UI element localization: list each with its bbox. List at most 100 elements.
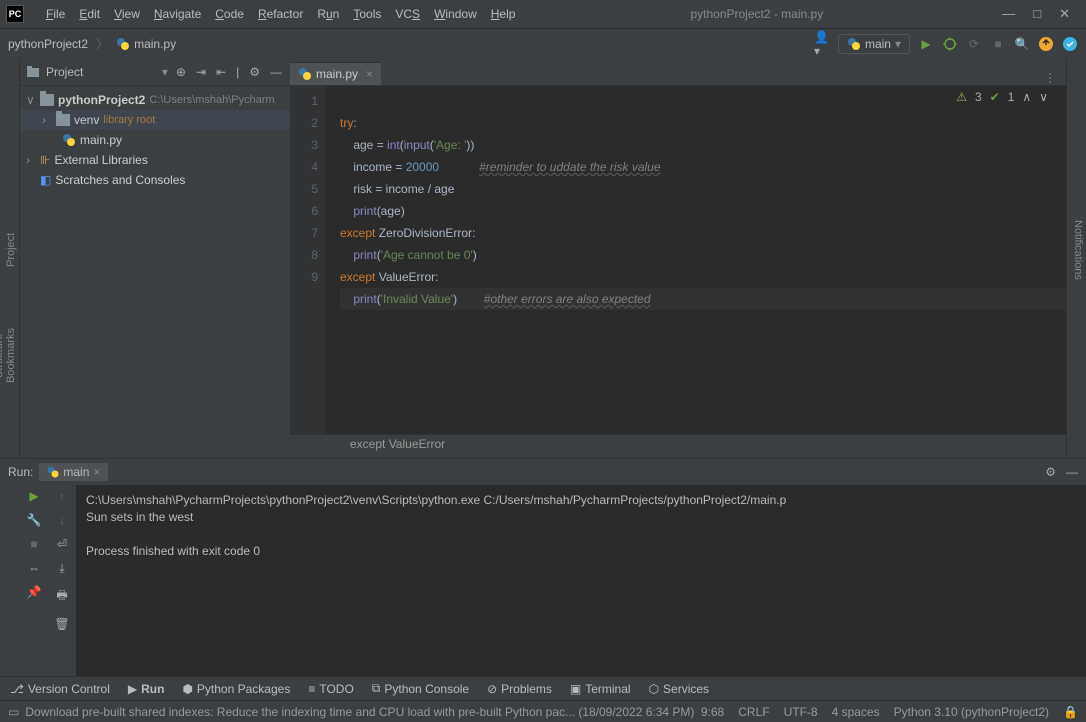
tree-venv-tag: library root (103, 114, 155, 126)
structure-tool-button[interactable]: Structure (0, 328, 5, 383)
up-trace-icon[interactable]: ↑ (59, 489, 65, 503)
menu-help[interactable]: Help (485, 5, 522, 23)
code-content[interactable]: try: age = int(input('Age: ')) income = … (326, 86, 1066, 434)
menu-window[interactable]: Window (428, 5, 483, 23)
navigation-bar: pythonProject2 〉 main.py 👤▾ main ▾ ▶ ⟳ ■… (0, 28, 1086, 58)
inspection-widget[interactable]: ⚠3 ✔1 ∧ ∨ (956, 90, 1048, 104)
code-editor[interactable]: 123 456 789 try: age = int(input('Age: '… (290, 86, 1066, 434)
line-separator[interactable]: CRLF (738, 705, 769, 719)
status-menu-icon[interactable]: ▭ (8, 705, 25, 719)
run-coverage-button[interactable]: ⟳ (966, 36, 982, 52)
project-tool-icon (26, 65, 40, 79)
hide-run-icon[interactable]: ― (1066, 465, 1078, 479)
scroll-end-icon[interactable]: ⤓ (59, 561, 64, 576)
divider: | (234, 63, 241, 81)
file-encoding[interactable]: UTF-8 (784, 705, 818, 719)
menu-view[interactable]: View (108, 5, 146, 23)
run-actions-icon[interactable]: 🔧 (27, 513, 42, 527)
stop-button[interactable]: ■ (990, 36, 1006, 52)
indent-setting[interactable]: 4 spaces (832, 705, 880, 719)
crumb-file[interactable]: main.py (134, 37, 176, 51)
warning-icon: ⚠ (956, 90, 967, 104)
menu-navigate[interactable]: Navigate (148, 5, 207, 23)
expand-all-icon[interactable]: ⇥ (194, 63, 208, 81)
tree-venv[interactable]: › venv library root (20, 110, 290, 130)
status-bar: ▭ Download pre-built shared indexes: Red… (0, 700, 1086, 722)
pin-icon[interactable]: 📌 (27, 585, 42, 599)
collapse-all-icon[interactable]: ⇤ (214, 63, 228, 81)
python-interpreter[interactable]: Python 3.10 (pythonProject2) (894, 705, 1049, 719)
list-icon: ≡ (308, 682, 315, 696)
editor-tabs-more[interactable]: ⋮ (1034, 71, 1066, 85)
maximize-button[interactable]: □ (1033, 6, 1041, 22)
menu-refactor[interactable]: Refactor (252, 5, 309, 23)
tree-project-root[interactable]: ∨ pythonProject2 C:\Users\mshah\Pycharm (20, 90, 290, 110)
menu-file[interactable]: File (40, 5, 71, 23)
problems-tool[interactable]: ⊘Problems (487, 682, 552, 696)
console-output[interactable]: C:\Users\mshah\PycharmProjects\pythonPro… (76, 485, 1086, 676)
run-tab-main[interactable]: main × (39, 463, 108, 481)
tree-scratches[interactable]: ◧ Scratches and Consoles (20, 170, 290, 190)
problems-icon: ⊘ (487, 682, 497, 696)
menu-tools[interactable]: Tools (347, 5, 387, 23)
run-tab-label: main (63, 465, 89, 479)
python-packages-tool[interactable]: ⬢Python Packages (182, 682, 290, 696)
run-title: Run: (8, 465, 33, 479)
run-button[interactable]: ▶ (918, 36, 934, 52)
stop-icon[interactable]: ■ (30, 537, 37, 551)
tree-main-file[interactable]: main.py (20, 130, 290, 150)
tree-external-libs[interactable]: › ⊪ External Libraries (20, 150, 290, 170)
run-tool[interactable]: ▶Run (128, 682, 165, 696)
tree-ext-label: External Libraries (54, 153, 147, 167)
editor-tab-main[interactable]: main.py × (290, 62, 381, 85)
prev-highlight-icon[interactable]: ∧ (1022, 90, 1031, 104)
print-icon[interactable]: 🖶 (56, 586, 67, 607)
rerun-button[interactable]: ▶ (29, 489, 38, 503)
run-tool-window: Run: main × ⚙ ― ▶ 🔧 ■ ⇔ 📌 ↑ ↓ ⏎ ⤓ 🖶 🗑 C:… (0, 458, 1086, 676)
add-user-icon[interactable]: 👤▾ (814, 36, 830, 52)
update-button[interactable] (1038, 36, 1054, 52)
hide-tool-icon[interactable]: ― (268, 63, 284, 81)
close-button[interactable]: ✕ (1059, 6, 1070, 22)
status-message[interactable]: Download pre-built shared indexes: Reduc… (25, 705, 701, 719)
minimize-button[interactable]: ― (1002, 6, 1015, 22)
run-settings-icon[interactable]: ⚙ (1045, 465, 1056, 479)
tree-file-label: main.py (80, 133, 122, 147)
caret-position[interactable]: 9:68 (701, 705, 724, 719)
close-tab-icon[interactable]: × (362, 67, 373, 81)
play-icon: ▶ (128, 682, 137, 696)
close-run-tab-icon[interactable]: × (93, 465, 100, 479)
python-console-tool[interactable]: ⧉Python Console (372, 681, 469, 696)
crumb-project[interactable]: pythonProject2 (8, 37, 88, 51)
run-config-selector[interactable]: main ▾ (838, 34, 910, 54)
terminal-tool[interactable]: ▣Terminal (570, 682, 631, 696)
scratch-icon: ◧ (40, 173, 51, 187)
settings-icon[interactable]: ⚙ (247, 63, 262, 81)
services-tool[interactable]: ⬡Services (649, 682, 710, 696)
chevron-down-icon: ▾ (895, 37, 901, 51)
todo-tool[interactable]: ≡TODO (308, 682, 353, 696)
clear-all-icon[interactable]: 🗑 (54, 617, 69, 631)
vcs-icon: ⎇ (10, 682, 24, 696)
notifications-tool-button[interactable]: Notifications (1072, 66, 1084, 434)
menu-edit[interactable]: Edit (73, 5, 106, 23)
layout-icon[interactable]: ⇔ (28, 561, 40, 575)
next-highlight-icon[interactable]: ∨ (1039, 90, 1048, 104)
search-everywhere-button[interactable]: 🔍 (1014, 36, 1030, 52)
checkmark-icon: ✔ (990, 90, 1000, 104)
code-with-me-button[interactable] (1062, 36, 1078, 52)
menu-code[interactable]: Code (209, 5, 250, 23)
bookmarks-tool-button[interactable]: Bookmarks (5, 328, 17, 383)
project-view-selector[interactable]: ▾ (162, 65, 168, 79)
debug-button[interactable] (942, 36, 958, 52)
run-config-name: main (865, 37, 891, 51)
down-trace-icon[interactable]: ↓ (59, 513, 65, 527)
version-control-tool[interactable]: ⎇Version Control (10, 682, 110, 696)
menu-run[interactable]: Run (311, 5, 345, 23)
terminal-icon: ▣ (570, 682, 581, 696)
lock-icon[interactable]: 🔒 (1063, 705, 1078, 719)
soft-wrap-icon[interactable]: ⏎ (57, 537, 67, 551)
locate-icon[interactable]: ⊕ (174, 63, 188, 81)
line-gutter: 123 456 789 (290, 86, 326, 434)
menu-vcs[interactable]: VCS (389, 5, 426, 23)
